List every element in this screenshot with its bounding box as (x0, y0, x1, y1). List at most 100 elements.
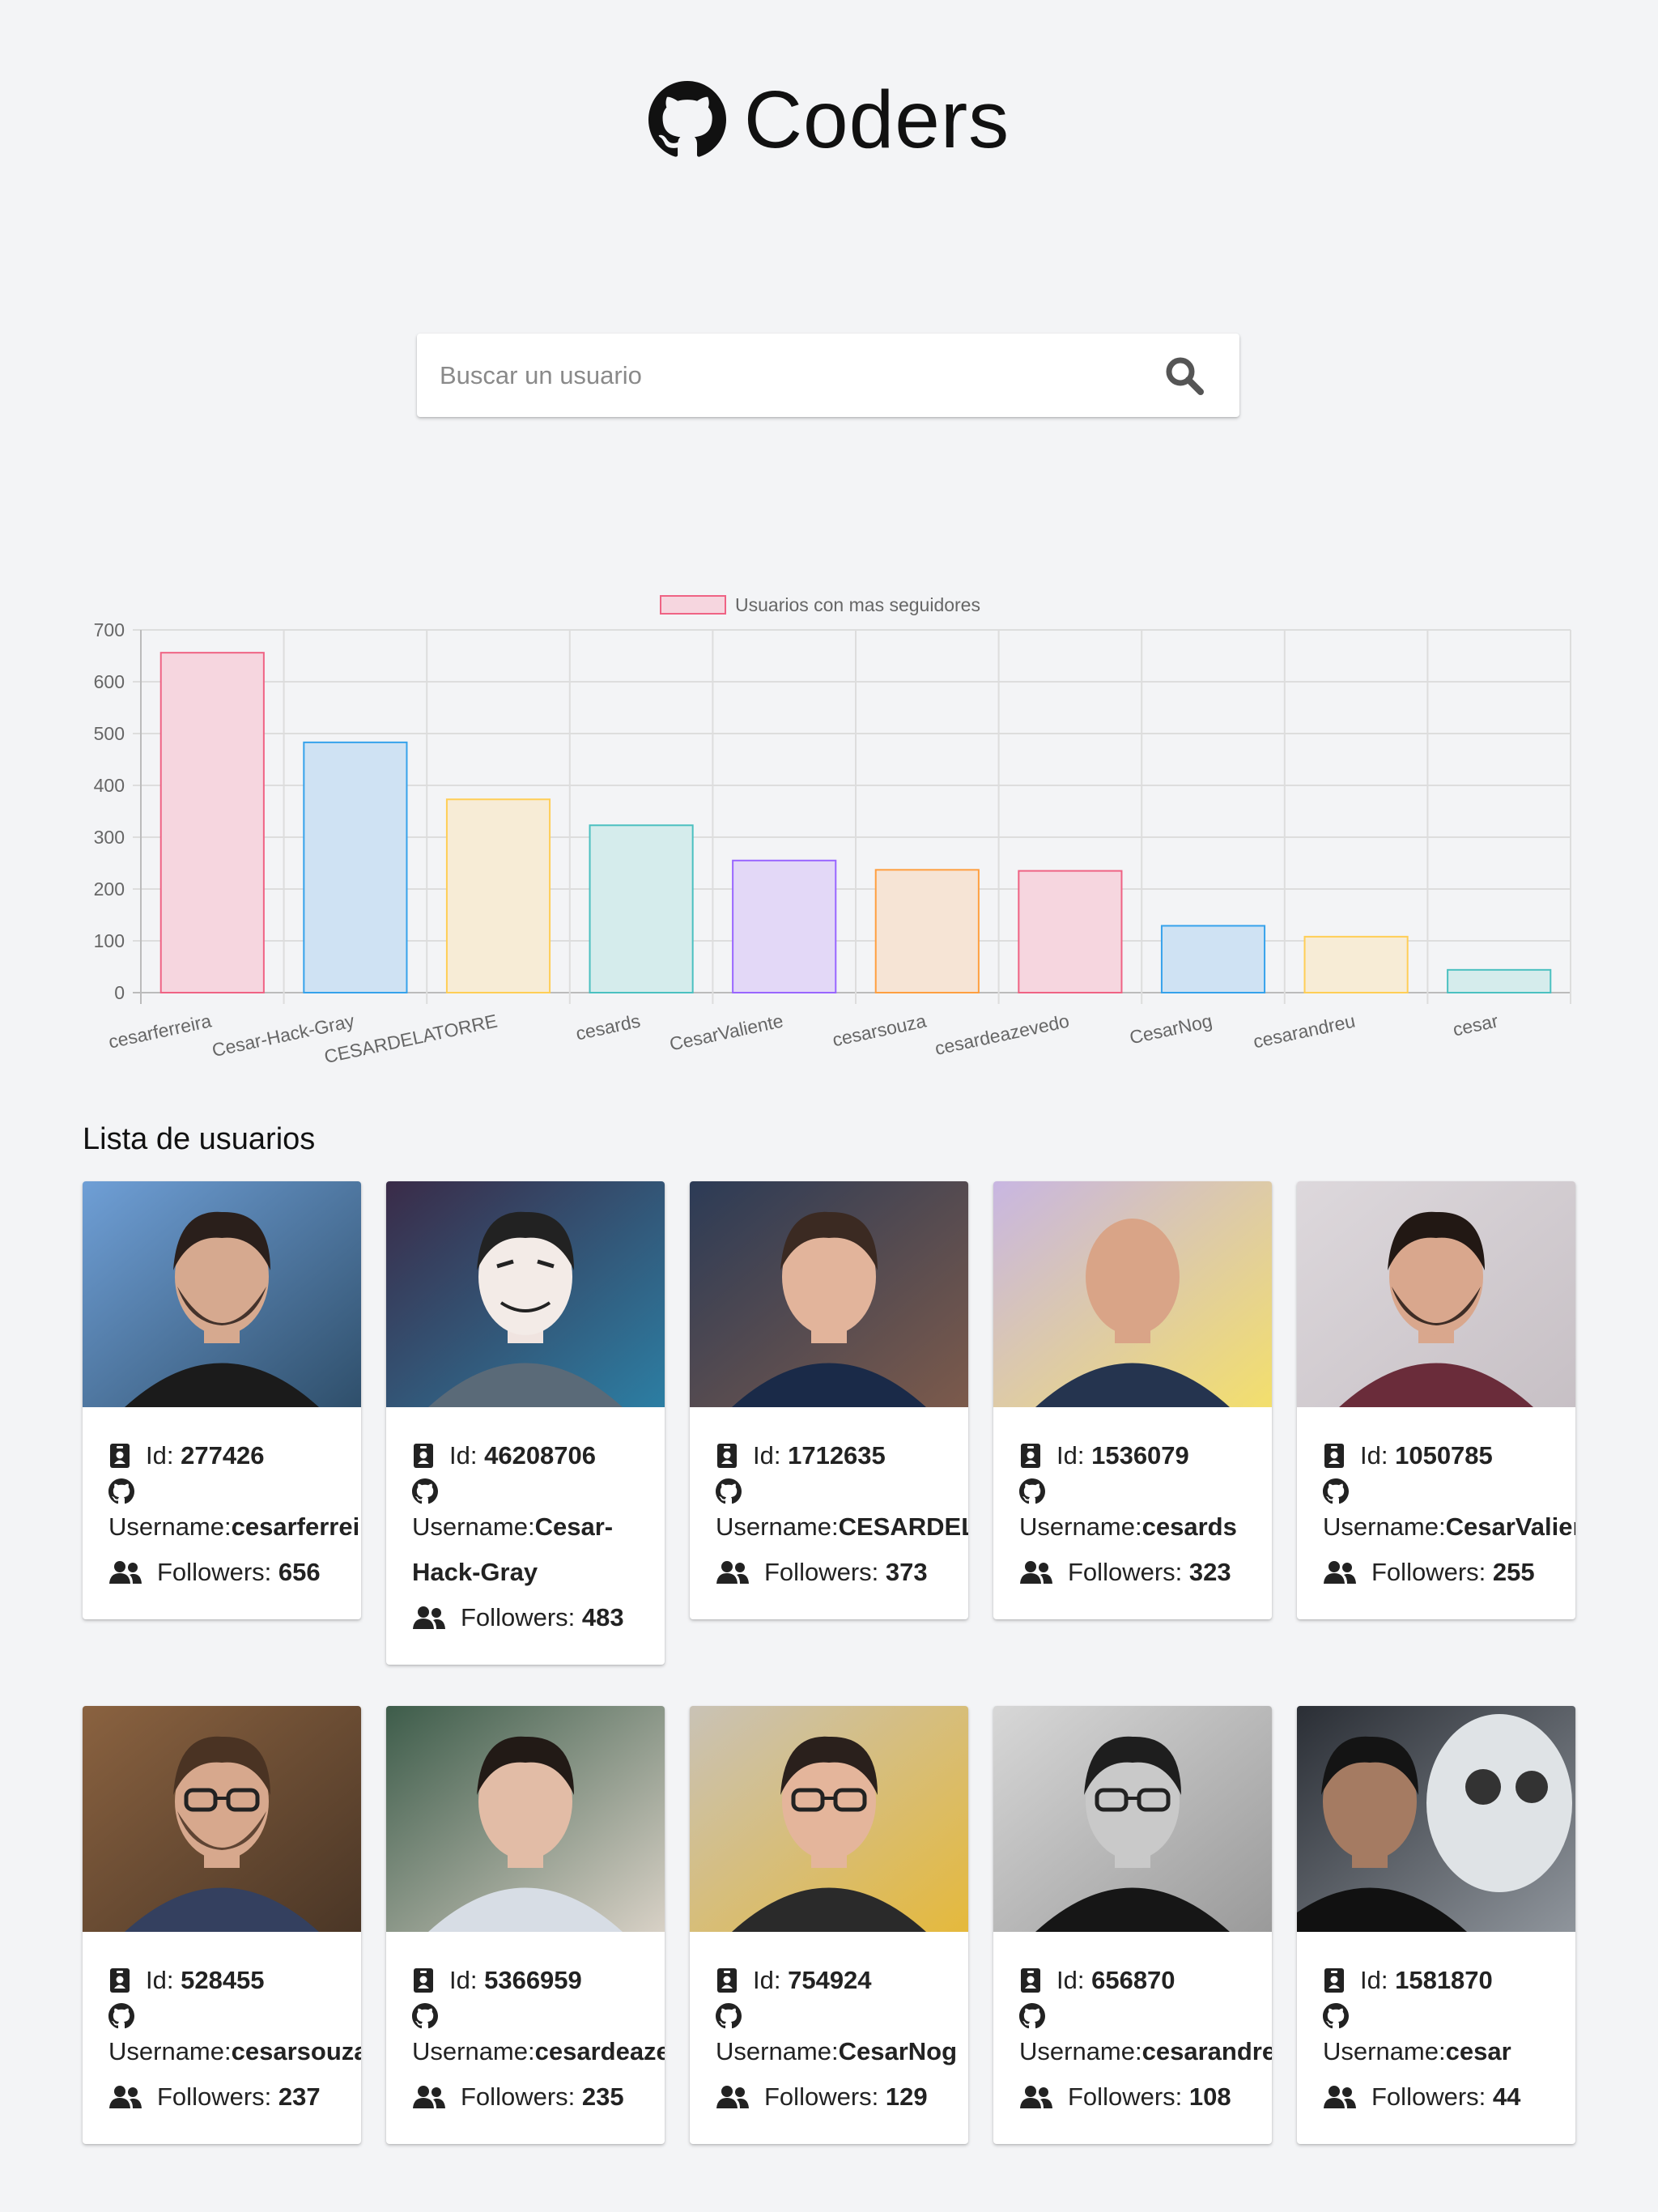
id-badge-icon (1021, 1968, 1040, 1993)
username-label: Username: (716, 1512, 839, 1541)
id-label: Id: (1360, 1441, 1388, 1470)
followers-label: Followers: (764, 1558, 879, 1586)
user-id-value: 1712635 (788, 1441, 886, 1470)
user-card-body: Id: 5366959Username:cesardeazevedoFollow… (386, 1932, 665, 2144)
user-card-body: Id: 754924 Username: CesarNog Followers: 12… (690, 1932, 968, 2144)
user-card[interactable]: Id: 1712635Username:CESARDELATORREFollow… (690, 1181, 968, 1619)
username-row: Username:CesarValiente (1323, 1504, 1575, 1550)
github-icon (412, 1478, 438, 1504)
id-badge-icon (414, 1444, 433, 1468)
followers-value: 235 (581, 2082, 624, 2111)
y-tick-label: 300 (94, 827, 125, 848)
y-tick-label: 0 (114, 982, 125, 1003)
user-card-body: Id: 1581870 Username: cesar Followers: 44 (1297, 1932, 1575, 2144)
username-value: CesarNog (838, 2037, 958, 2065)
search-icon[interactable] (1163, 355, 1205, 397)
user-card-body: Id: 656870Username:cesarandreuFollowers:… (993, 1932, 1272, 2144)
followers-row: Followers: 323 (1019, 1550, 1272, 1595)
chart-legend[interactable]: Usuarios con mas seguidores (660, 594, 980, 615)
followers-value: 373 (885, 1558, 928, 1586)
users-icon (413, 1606, 445, 1629)
id-badge-icon (1324, 1444, 1344, 1468)
user-card[interactable]: Id: 754924 Username: CesarNog Followers: 12… (690, 1706, 968, 2144)
user-id-row: Id: 46208706 (412, 1433, 665, 1478)
username-label: Username: (412, 2037, 535, 2065)
username-label: Username: (108, 2037, 232, 2065)
username-label: Username: (716, 2037, 839, 2065)
username-row: Username:cesarferreira (108, 1504, 361, 1550)
username-row: Username:cesardeazevedo (412, 2029, 665, 2074)
bar-cesarferreira[interactable] (159, 652, 265, 993)
x-tick-label: CesarValiente (668, 1010, 785, 1054)
github-link-row[interactable] (108, 1478, 361, 1504)
user-card[interactable]: Id: 5366959Username:cesardeazevedoFollow… (386, 1706, 665, 2144)
bar-cesarandreu[interactable] (1303, 935, 1409, 994)
user-card[interactable]: Id: 1536079 Username: cesards Followers: 32… (993, 1181, 1272, 1619)
search-input[interactable] (438, 359, 1154, 391)
x-tick-label: cesards (574, 1010, 642, 1044)
user-card[interactable]: Id: 1581870 Username: cesar Followers: 44 (1297, 1706, 1575, 2144)
github-link-row[interactable] (1019, 1478, 1272, 1504)
followers-row: Followers: 44 (1323, 2074, 1575, 2120)
users-icon (1020, 1561, 1052, 1584)
avatar-image (386, 1706, 665, 1932)
username-row: Username:CESARDELATORRE (716, 1504, 968, 1550)
x-tick-label: cesar (1451, 1010, 1500, 1040)
avatar-image (690, 1181, 968, 1407)
user-id-value: 277426 (181, 1441, 265, 1470)
user-card[interactable]: Id: 656870Username:cesarandreuFollowers:… (993, 1706, 1272, 2144)
y-tick-label: 100 (94, 930, 125, 951)
x-tick-label: cesarsouza (831, 1010, 929, 1050)
id-label: Id: (449, 1966, 478, 1994)
user-card[interactable]: Id: 1050785Username:CesarValienteFollowe… (1297, 1181, 1575, 1619)
x-tick-label: cesarandreu (1252, 1010, 1357, 1052)
username-value: cesards (1141, 1512, 1237, 1541)
github-link-row[interactable] (1019, 2003, 1272, 2029)
username-row: Username: cesarsouza (108, 2029, 361, 2074)
bar-CesarValiente[interactable] (732, 859, 837, 993)
app-title: Coders (743, 74, 1010, 165)
username-row: Username: cesards (1019, 1504, 1272, 1550)
github-link-row[interactable] (108, 2003, 361, 2029)
bar-cesards[interactable] (589, 824, 694, 993)
github-link-row[interactable] (716, 1478, 968, 1504)
followers-row: Followers: 108 (1019, 2074, 1272, 2120)
github-icon (1019, 1478, 1045, 1504)
github-link-row[interactable] (412, 2003, 665, 2029)
chart-svg: Usuarios con mas seguidores 0 100 200 300 400… (94, 594, 1571, 1067)
bar-Cesar-Hack-Gray[interactable] (303, 741, 408, 993)
id-badge-icon (717, 1444, 737, 1468)
bar-CesarNog[interactable] (1160, 925, 1266, 993)
bar-cesarsouza[interactable] (874, 869, 980, 993)
x-tick-label: cesardeazevedo (933, 1010, 1071, 1059)
users-icon (1020, 2086, 1052, 2108)
id-badge-icon (1021, 1444, 1040, 1468)
users-icon (109, 2086, 142, 2108)
bar-cesardeazevedo[interactable] (1018, 870, 1123, 993)
avatar-image (1297, 1181, 1575, 1407)
y-tick-label: 600 (94, 671, 125, 692)
github-icon (716, 2003, 742, 2029)
github-icon (108, 2003, 134, 2029)
username-label: Username: (1323, 2037, 1446, 2065)
github-link-row[interactable] (1323, 2003, 1575, 2029)
x-tick-label: cesarferreira (107, 1010, 214, 1052)
followers-label: Followers: (1371, 2082, 1486, 2111)
bar-CESARDELATORRE[interactable] (445, 798, 551, 993)
github-icon (716, 1478, 742, 1504)
user-card[interactable]: Id: 46208706 Username:Cesar- Hack-Gray Foll… (386, 1181, 665, 1665)
github-link-row[interactable] (412, 1478, 665, 1504)
github-link-row[interactable] (716, 2003, 968, 2029)
search-bar (417, 334, 1239, 417)
user-id-row: Id: 277426 (108, 1433, 361, 1478)
user-card[interactable]: Id: 528455 Username: cesarsouza Followers: … (83, 1706, 361, 2144)
followers-label: Followers: (1068, 1558, 1183, 1586)
username-label: Username: (108, 1512, 232, 1541)
followers-row: Followers: 129 (716, 2074, 968, 2120)
github-link-row[interactable] (1323, 1478, 1575, 1504)
users-icon (716, 2086, 749, 2108)
user-card[interactable]: Id: 277426Username:cesarferreiraFollower… (83, 1181, 361, 1619)
bar-cesar[interactable] (1447, 968, 1552, 993)
username-row: Username:Cesar- Hack-Gray (412, 1504, 665, 1595)
id-badge-icon (110, 1444, 130, 1468)
